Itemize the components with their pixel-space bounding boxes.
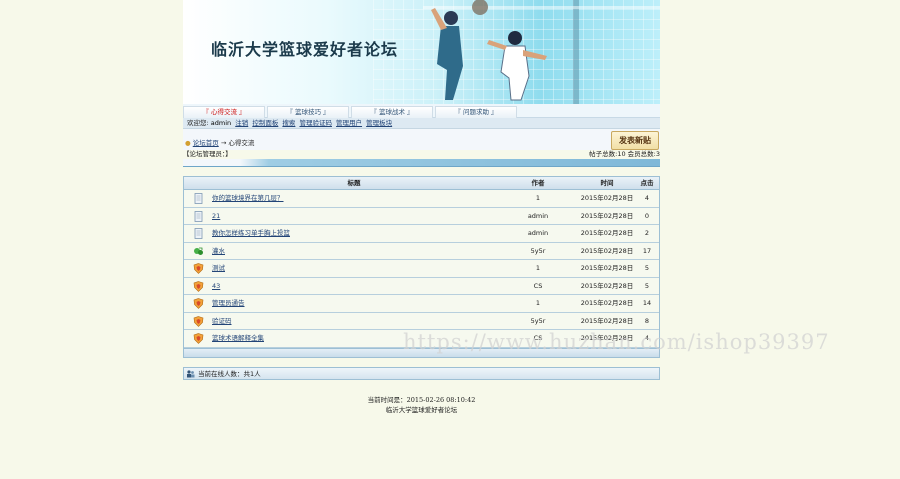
topic-hits: 14: [642, 299, 652, 307]
topic-hits: 17: [642, 246, 652, 255]
topic-title-link[interactable]: 你的篮球境界在第几层？: [212, 194, 284, 202]
forum-title: 临沂大学篮球爱好者论坛: [211, 40, 399, 59]
tab-tactics[interactable]: 『 篮球战术 』: [351, 106, 433, 118]
hot-topic-icon: [194, 247, 203, 255]
footer-forum-name: 临沂大学篮球爱好者论坛: [385, 406, 458, 414]
post-stats: 帖子总数:10 会员总数:3: [589, 150, 660, 158]
online-users-bar: 当前在线人数：共1人: [183, 366, 660, 380]
table-row: 测试 1 2015年02月28日 5: [184, 260, 659, 278]
topic-hits: 4: [644, 194, 650, 202]
shield-icon: [193, 298, 204, 309]
topic-title-link[interactable]: 21: [212, 212, 220, 220]
manage-captcha-link[interactable]: 管理验证码: [299, 119, 332, 127]
logout-link[interactable]: 注销: [235, 119, 248, 127]
topic-rows: 你的篮球境界在第几层？ 1 2015年02月28日 4 21 admin 2015年02月2…: [184, 190, 659, 348]
search-link[interactable]: 搜索: [282, 119, 295, 127]
topic-author: admin: [527, 211, 549, 220]
header-hits: 点击: [640, 179, 654, 187]
topic-time: 2015年02月28日: [580, 229, 634, 237]
document-icon: [194, 210, 203, 222]
topic-author: 1: [535, 194, 541, 202]
breadcrumb: ● 论坛首页 → 心得交流 发表新贴: [183, 129, 660, 150]
topic-title-link[interactable]: 篮球术语解释全集: [212, 334, 264, 342]
header-title: 标题: [347, 179, 361, 187]
table-row: 管理员通告 1 2015年02月28日 14: [184, 295, 659, 313]
online-users-count: 当前在线人数：共1人: [198, 369, 261, 378]
tab-help[interactable]: 『 问题求助 』: [435, 106, 517, 118]
topic-time: 2015年02月28日: [580, 194, 634, 202]
topic-title-link[interactable]: 43: [212, 282, 220, 290]
topic-time: 2015年02月28日: [580, 316, 634, 325]
basketball-players-graphic: [423, 0, 660, 104]
admins-label: 【论坛管理员：】: [183, 150, 232, 158]
page: 临沂大学篮球爱好者论坛 『 心得交流 』 『 篮球技巧 』 『 篮球战术 』 『…: [183, 0, 660, 380]
topic-author: CS: [533, 281, 543, 290]
topic-title-link[interactable]: 管理员通告: [212, 299, 245, 307]
table-row: 验证码 5y5r 2015年02月28日 8: [184, 313, 659, 330]
topic-author: admin: [527, 229, 549, 237]
nav-tabs: 『 心得交流 』 『 篮球技巧 』 『 篮球战术 』 『 问题求助 』: [183, 104, 660, 118]
topic-hits: 2: [644, 229, 650, 237]
topic-author: 5y5r: [530, 246, 546, 255]
tab-experience[interactable]: 『 心得交流 』: [183, 106, 265, 118]
manage-boards-link[interactable]: 管理板块: [366, 119, 392, 127]
table-row: 你的篮球境界在第几层？ 1 2015年02月28日 4: [184, 190, 659, 208]
shield-icon: [193, 280, 204, 292]
header-author: 作者: [531, 179, 545, 187]
current-user: admin: [210, 119, 232, 127]
current-time: 当前时间是：2015-02-26 08:10:42: [367, 396, 476, 404]
new-post-button[interactable]: 发表新贴: [611, 131, 659, 150]
shield-icon: [193, 333, 204, 344]
topic-title-link[interactable]: 测试: [212, 264, 225, 272]
control-panel-link[interactable]: 控制面板: [252, 119, 278, 127]
breadcrumb-arrow: →: [220, 139, 227, 147]
watermark-text: https://www.huzhan.com/ishop39397: [403, 330, 830, 354]
topic-hits: 5: [644, 264, 650, 272]
tab-skills[interactable]: 『 篮球技巧 』: [267, 106, 349, 118]
table-row: 教你怎样练习单手胸上投篮 admin 2015年02月28日 2: [184, 225, 659, 243]
table-header: 标题 作者 时间 点击: [184, 177, 659, 190]
topic-time: 2015年02月28日: [580, 299, 634, 307]
topic-time: 2015年02月28日: [580, 281, 634, 290]
breadcrumb-current: 心得交流: [228, 139, 255, 147]
topic-time: 2015年02月28日: [580, 211, 634, 220]
topic-hits: 8: [644, 316, 650, 325]
topic-author: 1: [535, 299, 541, 307]
topic-title-link[interactable]: 教你怎样练习单手胸上投篮: [212, 229, 290, 237]
topic-time: 2015年02月28日: [580, 246, 634, 255]
header-time: 时间: [600, 179, 614, 187]
page-footer: 当前时间是：2015-02-26 08:10:42 临沂大学篮球爱好者论坛: [183, 395, 660, 415]
welcome-prefix: 欢迎您:: [187, 119, 209, 127]
welcome-bar: 欢迎您: admin 注销 控制面板 搜索 管理验证码 管理用户 管理板块: [183, 118, 660, 129]
section-ribbon: [183, 159, 660, 167]
shield-icon: [193, 315, 204, 327]
topic-title-link[interactable]: 灌水: [212, 247, 225, 255]
topic-author: 5y5r: [530, 316, 546, 325]
manage-users-link[interactable]: 管理用户: [336, 119, 362, 127]
shield-icon: [193, 263, 204, 274]
topic-hits: 5: [644, 281, 650, 290]
table-row: 灌水 5y5r 2015年02月28日 17: [184, 243, 659, 260]
topic-hits: 0: [644, 211, 650, 220]
table-row: 43 CS 2015年02月28日 5: [184, 278, 659, 295]
topic-title-link[interactable]: 验证码: [212, 317, 232, 325]
table-row: 21 admin 2015年02月28日 0: [184, 208, 659, 225]
document-icon: [194, 193, 203, 204]
banner: 临沂大学篮球爱好者论坛: [183, 0, 660, 104]
document-icon: [194, 228, 203, 239]
admins-row: 【论坛管理员：】 帖子总数:10 会员总数:3: [183, 150, 660, 159]
breadcrumb-home[interactable]: 论坛首页: [193, 139, 219, 147]
online-users-icon: [187, 369, 195, 377]
home-icon: ●: [185, 139, 191, 147]
topic-time: 2015年02月28日: [580, 264, 634, 272]
topic-author: 1: [535, 264, 541, 272]
